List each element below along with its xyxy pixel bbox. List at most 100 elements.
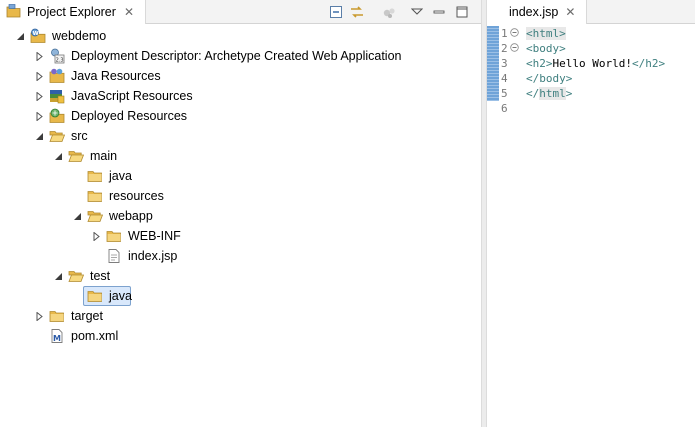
tree-item-label: pom.xml (71, 329, 119, 343)
fold-collapse-icon[interactable] (509, 26, 519, 41)
deployment-descriptor-icon: 2.3 (49, 48, 65, 64)
tree-item-label: webapp (109, 209, 153, 223)
collapse-all-icon[interactable] (327, 3, 345, 21)
minimize-icon[interactable] (430, 3, 448, 21)
tree-item-label: main (90, 149, 118, 163)
tab-project-explorer[interactable]: Project Explorer ✕ (0, 0, 146, 24)
tree-item-label: java (109, 289, 132, 303)
tree-item-deployed-resources[interactable]: Deployed Resources (33, 106, 189, 126)
collapsed-arrow-icon[interactable] (90, 226, 102, 246)
tree-item-web-inf[interactable]: WEB-INF (90, 226, 183, 246)
code-tag-token: </ (526, 87, 540, 100)
java-resources-icon (49, 68, 65, 84)
folder-open-icon (68, 268, 84, 284)
project-explorer-view: Project Explorer ✕ W webdemo 2.3 Deploym… (0, 0, 481, 427)
tree-item-label: Deployed Resources (71, 109, 188, 123)
tree-item-target[interactable]: target (33, 306, 105, 326)
code-tag-token: <h2> (526, 57, 553, 70)
code-line[interactable]: <h2>Hello World!</h2> (526, 56, 695, 71)
link-with-editor-icon[interactable] (348, 3, 366, 21)
tree-item-label: target (71, 309, 103, 323)
tree-item-test[interactable]: test (52, 266, 112, 286)
tree-item-resources[interactable]: resources (71, 186, 166, 206)
folder-icon (106, 228, 122, 244)
focus-icon[interactable] (380, 3, 398, 21)
expanded-arrow-icon[interactable] (14, 26, 26, 46)
project-explorer-tabbar: Project Explorer ✕ (0, 0, 481, 24)
svg-text:2.3: 2.3 (56, 58, 64, 64)
collapsed-arrow-icon[interactable] (33, 306, 45, 326)
file-icon (106, 248, 122, 264)
editor-view: index.jsp ✕ 123456 <html> <body> <h2>Hello… (487, 0, 695, 427)
tree-item-java[interactable]: java (71, 166, 134, 186)
tree-item-java[interactable]: java (71, 286, 134, 306)
collapsed-arrow-icon[interactable] (33, 66, 45, 86)
collapsed-arrow-icon[interactable] (33, 86, 45, 106)
code-tag-token: </h2> (631, 57, 666, 70)
maximize-icon[interactable] (453, 3, 471, 21)
line-number-text: 4 (501, 72, 508, 85)
tree-item-pom-xml[interactable]: Mpom.xml (33, 326, 120, 346)
folder-open-icon (87, 208, 103, 224)
deployed-resources-icon (49, 108, 65, 124)
svg-text:M: M (53, 334, 61, 343)
collapsed-arrow-icon[interactable] (33, 106, 45, 126)
web-project-icon: W (30, 28, 46, 44)
line-number-text: 3 (501, 57, 508, 70)
fold-collapse-icon[interactable] (509, 41, 519, 56)
expanded-arrow-icon[interactable] (52, 146, 64, 166)
code-tag-token: <html> (526, 27, 566, 40)
expanded-arrow-icon[interactable] (52, 266, 64, 286)
tree-item-java-resources[interactable]: Java Resources (33, 66, 163, 86)
code-line[interactable]: <html> (526, 26, 695, 41)
tree-item-webapp[interactable]: webapp (71, 206, 155, 226)
code-line[interactable]: </body> (526, 71, 695, 86)
folder-open-icon (68, 148, 84, 164)
tree-item-index-jsp[interactable]: index.jsp (90, 246, 179, 266)
tree-item-deployment-descriptor-archetype-created-web-application[interactable]: 2.3 Deployment Descriptor: Archetype Crea… (33, 46, 404, 66)
expanded-arrow-icon[interactable] (33, 126, 45, 146)
line-number-text: 6 (501, 102, 508, 115)
tree-item-main[interactable]: main (52, 146, 119, 166)
collapsed-arrow-icon[interactable] (33, 46, 45, 66)
folder-open-icon (49, 128, 65, 144)
tree-item-label: resources (109, 189, 164, 203)
code-line[interactable]: <body> (526, 41, 695, 56)
tree-item-javascript-resources[interactable]: JavaScript Resources (33, 86, 195, 106)
line-number-text: 2 (501, 42, 508, 55)
close-icon[interactable]: ✕ (565, 5, 575, 19)
tree-item-label: JavaScript Resources (71, 89, 193, 103)
close-icon[interactable]: ✕ (124, 5, 134, 19)
line-number-text: 5 (501, 87, 508, 100)
tree-item-src[interactable]: src (33, 126, 90, 146)
change-ruler (487, 26, 499, 101)
project-explorer-icon (6, 3, 22, 22)
tree-item-label: src (71, 129, 88, 143)
folder-icon (87, 288, 103, 304)
code-tag-token: > (565, 87, 573, 100)
tree-item-label: Deployment Descriptor: Archetype Created… (71, 49, 402, 63)
folder-icon (87, 188, 103, 204)
tab-index-jsp-label: index.jsp (509, 5, 559, 19)
folder-icon (87, 168, 103, 184)
expanded-arrow-icon[interactable] (71, 206, 83, 226)
line-number-text: 1 (501, 27, 508, 40)
javascript-resources-icon (49, 88, 65, 104)
tab-project-explorer-label: Project Explorer (27, 5, 116, 19)
code-tag-token: <body> (526, 42, 566, 55)
maven-file-icon: M (49, 328, 65, 344)
code-line[interactable] (526, 101, 695, 116)
view-menu-icon[interactable] (408, 3, 426, 21)
tree-item-label: java (109, 169, 132, 183)
tab-index-jsp[interactable]: index.jsp ✕ (487, 0, 587, 24)
tree-item-label: WEB-INF (128, 229, 181, 243)
code-line[interactable]: </html> (526, 86, 695, 101)
code-text-token: Hello World! (552, 57, 632, 70)
tree-item-webdemo[interactable]: Wwebdemo (14, 26, 108, 46)
code-area[interactable]: <html> <body> <h2>Hello World!</h2> </body>… (526, 26, 695, 116)
tree-item-label: index.jsp (128, 249, 178, 263)
